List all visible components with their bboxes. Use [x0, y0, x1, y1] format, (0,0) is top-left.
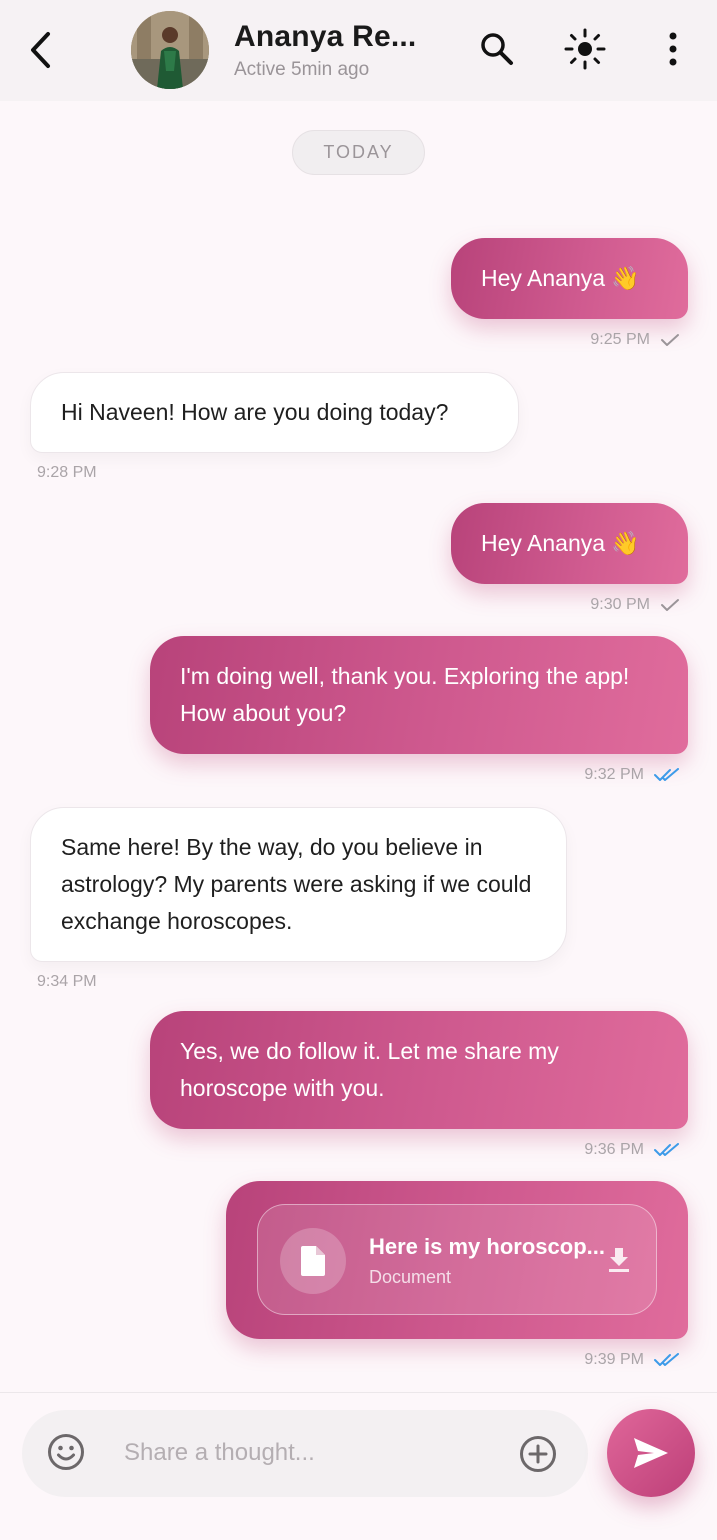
message-bubble-received[interactable]: Same here! By the way, do you believe in…	[30, 807, 567, 962]
chat-header: Ananya Re... Active 5min ago	[0, 0, 717, 101]
message-time: 9:30 PM	[590, 596, 650, 613]
message-time: 9:25 PM	[590, 331, 650, 348]
avatar-photo	[131, 11, 209, 89]
message-text: Same here! By the way, do you believe in…	[61, 834, 532, 934]
message-timestamp: 9:34 PM	[37, 970, 237, 994]
date-separator: TODAY	[292, 130, 425, 175]
message-time: 9:34 PM	[37, 973, 97, 990]
sent-check-icon	[660, 333, 680, 347]
message-bubble-sent[interactable]: Hey Ananya 👋	[451, 503, 688, 584]
avatar[interactable]	[131, 11, 209, 89]
message-time: 9:28 PM	[37, 464, 97, 481]
download-button[interactable]	[606, 1245, 632, 1275]
add-attachment-button[interactable]	[518, 1434, 558, 1474]
back-button[interactable]	[24, 28, 58, 72]
emoji-icon	[48, 1434, 84, 1470]
message-timestamp: 9:25 PM	[480, 328, 680, 352]
more-options-button[interactable]	[650, 26, 696, 72]
more-vertical-icon	[669, 32, 677, 66]
message-time: 9:32 PM	[584, 766, 644, 783]
download-icon	[609, 1248, 629, 1272]
message-input[interactable]	[124, 1430, 494, 1476]
message-timestamp: 9:39 PM	[480, 1348, 680, 1372]
read-double-check-icon	[654, 768, 680, 782]
message-time: 9:39 PM	[584, 1351, 644, 1368]
message-bubble-sent[interactable]: I'm doing well, thank you. Exploring the…	[150, 636, 688, 754]
file-icon	[301, 1246, 325, 1276]
emoji-button[interactable]	[46, 1432, 86, 1472]
search-button[interactable]	[474, 26, 520, 72]
search-icon	[481, 33, 513, 65]
message-bubble-received[interactable]: Hi Naveen! How are you doing today?	[30, 372, 519, 453]
message-timestamp: 9:30 PM	[480, 593, 680, 617]
document-type: Document	[369, 1267, 452, 1287]
message-text: I'm doing well, thank you. Exploring the…	[180, 663, 630, 726]
message-timestamp: 9:36 PM	[480, 1138, 680, 1162]
send-icon	[634, 1438, 668, 1468]
composer-divider	[0, 1392, 717, 1393]
contact-name[interactable]: Ananya Re...	[234, 20, 416, 54]
read-double-check-icon	[654, 1353, 680, 1367]
message-bubble-sent[interactable]: Hey Ananya 👋	[451, 238, 688, 319]
brightness-button[interactable]	[562, 26, 608, 72]
message-timestamp: 9:28 PM	[37, 461, 237, 485]
message-text: Hey Ananya 👋	[481, 265, 641, 291]
message-timestamp: 9:32 PM	[480, 763, 680, 787]
document-icon-container	[280, 1228, 346, 1294]
send-button[interactable]	[607, 1409, 695, 1497]
message-bubble-sent[interactable]: Yes, we do follow it. Let me share my ho…	[150, 1011, 688, 1129]
message-text: Hey Ananya 👋	[481, 530, 641, 556]
read-double-check-icon	[654, 1143, 680, 1157]
message-text: Yes, we do follow it. Let me share my ho…	[180, 1038, 559, 1101]
document-title: Here is my horoscop...	[369, 1234, 604, 1259]
add-circle-icon	[520, 1436, 556, 1472]
back-arrow-icon	[31, 32, 50, 68]
composer	[22, 1410, 588, 1497]
message-time: 9:36 PM	[584, 1141, 644, 1158]
sent-check-icon	[660, 598, 680, 612]
contact-status: Active 5min ago	[234, 59, 370, 80]
document-attachment[interactable]: Here is my horoscop... Document	[257, 1204, 657, 1315]
message-text: Hi Naveen! How are you doing today?	[61, 399, 449, 425]
brightness-icon	[564, 28, 606, 70]
